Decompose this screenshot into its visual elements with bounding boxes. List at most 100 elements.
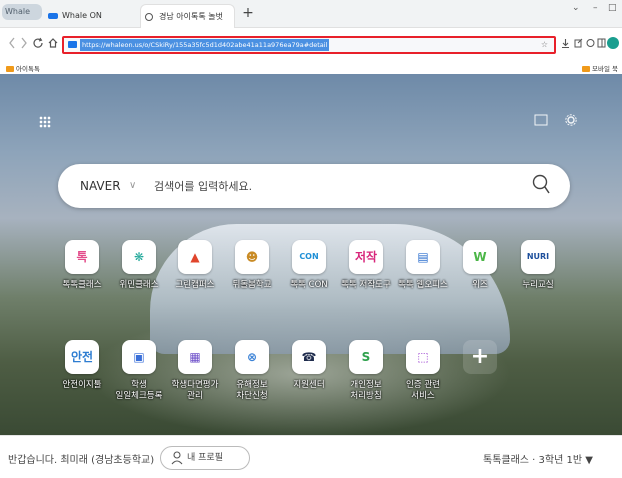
app-tile[interactable]: ⊗ 유해정보 차단신청 [223, 340, 281, 402]
tab-active[interactable]: 경남 아이톡톡 놀벗 [140, 4, 235, 28]
app-label: 학생다면평가 관리 [171, 380, 219, 401]
app-label: 안전이지툴 [62, 380, 102, 390]
app-label: 개인정보 처리방침 [350, 380, 382, 401]
app-icon: NURI [521, 240, 555, 274]
app-glyph: 안전 [70, 350, 94, 364]
app-icon: ▲ [178, 240, 212, 274]
app-icon: ❋ [122, 240, 156, 274]
search-box: NAVER ∨ [58, 164, 570, 208]
chevron-left-icon[interactable] [8, 37, 16, 49]
bookmark-folder-aitoktok[interactable]: 아이톡톡 [6, 63, 40, 73]
gear-icon[interactable] [565, 114, 577, 126]
app-label: 지원센터 [293, 380, 325, 390]
address-toolbar: https://whaleon.us/o/CSkiRy/155a35fc5d1d… [0, 28, 622, 62]
tab-strip: Whale Whale ON 경남 아이톡톡 놀벗 + ⌄ – □ [0, 0, 622, 28]
app-glyph: NURI [526, 252, 550, 261]
app-tile[interactable]: W 위즈 [451, 240, 509, 291]
browser-window: Whale Whale ON 경남 아이톡톡 놀벗 + ⌄ – □ https:… [0, 0, 622, 478]
site-icon [68, 41, 77, 48]
app-tile[interactable]: ☻ 뒤돌봄학교 [223, 240, 281, 291]
gallery-icon[interactable] [534, 114, 548, 126]
app-label: 인증 관련 서비스 [406, 380, 440, 401]
app-icon: W [463, 240, 497, 274]
app-icon: 저작 [349, 240, 383, 274]
star-icon[interactable]: ☆ [541, 38, 548, 52]
app-tile[interactable]: ▤ 톡톡 웹오피스 [394, 240, 452, 291]
app-icon: CON [292, 240, 326, 274]
tab-label: Whale ON [62, 11, 102, 20]
bookmarks-bar: 아이톡톡 모바일 북마 [0, 62, 622, 83]
class-selector[interactable]: 톡톡클래스 · 3학년 1반 ▼ [483, 451, 593, 466]
my-profile-label: 내 프로필 [187, 453, 223, 463]
search-engine-label[interactable]: NAVER [80, 164, 121, 208]
app-glyph: W [473, 250, 487, 264]
chevron-down-icon[interactable]: ∨ [129, 164, 136, 208]
new-tab-page: NAVER ∨ 톡톡톡클래스 ❋ 위민클래스 ▲ 그린캠퍼스 ☻ 뒤돌봄학교 CON 톡톡 CO… [0, 74, 622, 435]
tab-favicon-icon [48, 13, 58, 19]
search-icon[interactable] [532, 174, 550, 196]
app-glyph: ▲ [190, 250, 200, 264]
app-label: 위민클래스 [119, 280, 159, 290]
app-tile[interactable]: S 개인정보 처리방침 [337, 340, 395, 402]
app-tile[interactable]: 저작톡톡 저작도구 [337, 240, 395, 291]
app-label: 톡톡 웹오피스 [398, 280, 448, 290]
app-glyph: ⊗ [246, 350, 258, 364]
app-icon: 톡 [65, 240, 99, 274]
app-label: 톡톡 저작도구 [341, 280, 391, 290]
app-icon: ▣ [122, 340, 156, 374]
app-tile[interactable]: ⬚ 인증 관련 서비스 [394, 340, 452, 402]
sidebar-icon[interactable] [597, 38, 606, 48]
app-icon: S [349, 340, 383, 374]
home-icon[interactable] [47, 37, 59, 49]
profile-avatar[interactable] [607, 37, 619, 49]
app-tile[interactable]: CON 톡톡 CON [280, 240, 338, 291]
address-field[interactable]: https://whaleon.us/o/CSkiRy/155a35fc5d1d… [62, 36, 556, 54]
tab-whale-on[interactable]: Whale ON [44, 4, 134, 28]
collapse-button[interactable]: ⌄ [572, 3, 580, 13]
bookmark-label: 아이톡톡 [16, 65, 40, 73]
app-tile[interactable]: ☎ 지원센터 [280, 340, 338, 391]
folder-icon [6, 66, 14, 72]
capture-icon[interactable] [586, 38, 595, 48]
app-glyph: ▣ [133, 350, 145, 364]
new-tab-button[interactable]: + [240, 5, 256, 21]
app-tile[interactable]: ▲ 그린캠퍼스 [166, 240, 224, 291]
app-glyph: ▦ [189, 350, 201, 364]
app-icon: ⊗ [235, 340, 269, 374]
app-tile[interactable]: ❋ 위민클래스 [110, 240, 168, 291]
person-icon [171, 451, 183, 465]
chevron-right-icon[interactable] [20, 37, 28, 49]
my-profile-button[interactable]: 내 프로필 [160, 446, 250, 470]
app-label: 학생 일일체크등록 [115, 380, 163, 401]
app-label: 톡톡클래스 [62, 280, 102, 290]
app-icon: ☻ [235, 240, 269, 274]
app-tile[interactable]: 안전안전이지툴 [53, 340, 111, 391]
app-icon: ⬚ [406, 340, 440, 374]
share-icon[interactable] [574, 38, 583, 48]
app-icon: 안전 [65, 340, 99, 374]
app-tile[interactable]: 톡톡톡클래스 [53, 240, 111, 291]
reload-icon[interactable] [32, 37, 44, 49]
maximize-button[interactable]: □ [608, 3, 617, 13]
footer-bar: 반갑습니다. 최미래 (경남초등학교) 내 프로필 톡톡클래스 · 3학년 1반… [0, 435, 622, 478]
search-input[interactable] [154, 176, 514, 196]
app-icon: ▤ [406, 240, 440, 274]
app-tile[interactable]: + [451, 340, 509, 380]
app-glyph: ☻ [245, 250, 259, 264]
app-label: 위즈 [472, 280, 488, 290]
apps-grid-icon[interactable] [39, 116, 51, 128]
app-label: 유해정보 차단신청 [236, 380, 268, 401]
minimize-button[interactable]: – [593, 3, 598, 13]
folder-icon [582, 66, 590, 72]
app-tile[interactable]: ▣ 학생 일일체크등록 [110, 340, 168, 402]
app-icon: ▦ [178, 340, 212, 374]
app-glyph: ☎ [301, 350, 317, 364]
tab-label: 경남 아이톡톡 놀벗 [159, 12, 223, 21]
url-text[interactable]: https://whaleon.us/o/CSkiRy/155a35fc5d1d… [80, 39, 330, 51]
download-icon[interactable] [561, 38, 570, 48]
app-tile[interactable]: ▦ 학생다면평가 관리 [166, 340, 224, 402]
whale-logo[interactable]: Whale [2, 4, 42, 20]
app-glyph: 저작 [354, 250, 378, 264]
app-glyph: ▤ [417, 250, 429, 264]
app-tile[interactable]: NURI 누리교실 [509, 240, 567, 291]
